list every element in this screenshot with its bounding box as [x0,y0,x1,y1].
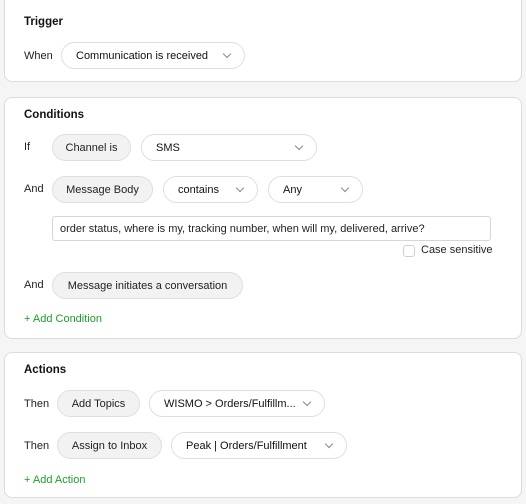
match-select[interactable]: Any [268,176,363,203]
conditions-title: Conditions [24,109,85,121]
topics-value: WISMO > Orders/Fulfillm... [164,397,296,410]
channel-select[interactable]: SMS [141,134,317,161]
and-label: And [24,279,44,291]
chevron-down-icon [302,397,312,407]
trigger-event-select[interactable]: Communication is received [61,42,245,69]
chevron-down-icon [294,141,304,151]
add-action-button[interactable]: + Add Action [24,474,85,486]
assign-inbox-pill[interactable]: Assign to Inbox [57,432,162,459]
operator-value: contains [178,183,219,196]
inbox-value: Peak | Orders/Fulfillment [186,439,307,452]
match-value: Any [283,183,302,196]
message-body-pill[interactable]: Message Body [52,176,153,203]
channel-value: SMS [156,141,180,154]
topics-select[interactable]: WISMO > Orders/Fulfillm... [149,390,325,417]
chevron-down-icon [222,49,232,59]
if-label: If [24,141,31,153]
case-sensitive-checkbox[interactable] [403,245,415,257]
chevron-down-icon [340,183,350,193]
chevron-down-icon [324,439,334,449]
keywords-input[interactable]: order status, where is my, tracking numb… [52,216,491,241]
when-label: When [24,50,53,62]
trigger-title: Trigger [24,16,63,28]
actions-card: Actions Then Add Topics WISMO > Orders/F… [4,352,522,498]
actions-title: Actions [24,364,67,376]
chevron-down-icon [235,183,245,193]
channel-field-pill[interactable]: Channel is [52,134,131,161]
and-label: And [24,183,44,195]
then-label: Then [24,440,50,452]
case-sensitive-label: Case sensitive [421,244,493,256]
initiates-conversation-pill[interactable]: Message initiates a conversation [52,272,243,299]
add-condition-button[interactable]: + Add Condition [24,313,102,325]
inbox-select[interactable]: Peak | Orders/Fulfillment [171,432,347,459]
then-label: Then [24,398,50,410]
conditions-card: Conditions If Channel is SMS And Message… [4,97,522,339]
operator-select[interactable]: contains [163,176,258,203]
add-topics-pill[interactable]: Add Topics [57,390,140,417]
trigger-event-value: Communication is received [76,49,209,62]
trigger-card: Trigger When Communication is received [4,0,522,82]
